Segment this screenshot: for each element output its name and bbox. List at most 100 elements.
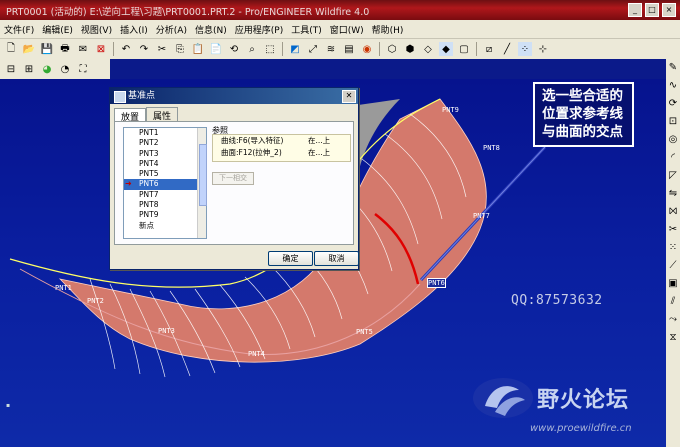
- list-item[interactable]: PNT5: [124, 169, 206, 179]
- point-label-pnt3[interactable]: PNT3: [158, 327, 175, 335]
- merge-icon[interactable]: ⨝: [669, 203, 677, 221]
- datum-point-icon[interactable]: ⁘: [518, 42, 532, 56]
- shell-icon[interactable]: ▣: [668, 275, 677, 293]
- list-item-new-point[interactable]: 新点: [124, 221, 206, 231]
- paste-icon[interactable]: 📋: [191, 42, 205, 56]
- regenerate-icon[interactable]: ⟲: [227, 42, 241, 56]
- hole-icon[interactable]: ◎: [669, 131, 678, 149]
- next-intersection-button[interactable]: 下一相交: [212, 172, 254, 185]
- close-button[interactable]: ×: [662, 3, 676, 17]
- redo-icon[interactable]: ↷: [137, 42, 151, 56]
- datum-plane-icon[interactable]: ⧄: [482, 42, 496, 56]
- list-item[interactable]: PNT7: [124, 190, 206, 200]
- sketch-icon[interactable]: ✎: [669, 59, 677, 77]
- round-icon[interactable]: ◜: [671, 149, 675, 167]
- point-label-pnt9[interactable]: PNT9: [442, 106, 459, 114]
- layers-icon[interactable]: ≋: [324, 42, 338, 56]
- reference-type[interactable]: 在...上: [308, 147, 330, 159]
- reference-type[interactable]: 在...上: [308, 135, 330, 147]
- select-box-icon[interactable]: ⬚: [263, 42, 277, 56]
- menu-analysis[interactable]: 分析(A): [152, 23, 191, 36]
- hidden-line-icon[interactable]: ⬢: [403, 42, 417, 56]
- extrude-icon[interactable]: ⊡: [669, 113, 677, 131]
- menu-applications[interactable]: 应用程序(P): [231, 23, 287, 36]
- curve-icon[interactable]: ∿: [669, 77, 677, 95]
- point-label-pnt8[interactable]: PNT8: [483, 144, 500, 152]
- wireframe-icon[interactable]: ⬡: [385, 42, 399, 56]
- menu-file[interactable]: 文件(F): [0, 23, 38, 36]
- point-label-pnt6[interactable]: PNT6: [427, 278, 446, 288]
- new-icon[interactable]: 🗋: [4, 42, 18, 56]
- ok-button[interactable]: 确定: [268, 251, 313, 266]
- view-manager-icon[interactable]: ◩: [288, 42, 302, 56]
- forum-url[interactable]: www.proewildfire.cn: [530, 423, 632, 434]
- maximize-button[interactable]: □: [645, 3, 659, 17]
- list-scrollbar[interactable]: [197, 128, 207, 238]
- datum-point-dialog[interactable]: 基准点 ✕ 放置 属性 PNT1 PNT2 PNT3 PNT4 PNT5 ➜ PN…: [109, 87, 359, 270]
- copy-icon[interactable]: ⎘: [173, 42, 187, 56]
- blend-icon[interactable]: ⧖: [669, 329, 676, 347]
- undo-icon[interactable]: ↶: [119, 42, 133, 56]
- mirror-icon[interactable]: ⇋: [669, 185, 677, 203]
- dialog-titlebar[interactable]: 基准点 ✕: [110, 88, 358, 104]
- point-label-pnt7[interactable]: PNT7: [473, 212, 490, 220]
- callout-line-3: 与曲面的交点: [542, 124, 623, 140]
- close-window-icon[interactable]: ⊠: [94, 42, 108, 56]
- appearance-icon[interactable]: ◉: [360, 42, 374, 56]
- color-icon[interactable]: ◕: [40, 62, 54, 76]
- shading-icon[interactable]: ◆: [439, 42, 453, 56]
- minimize-button[interactable]: _: [628, 3, 642, 17]
- draft-icon[interactable]: ⟋: [670, 257, 677, 275]
- point-label-pnt5[interactable]: PNT5: [356, 328, 373, 336]
- csys-icon[interactable]: ⊹: [536, 42, 550, 56]
- forum-logo-text: 野火论坛: [537, 388, 630, 413]
- zoom-icon[interactable]: ⊞: [22, 62, 36, 76]
- render-icon[interactable]: ◔: [58, 62, 72, 76]
- point-list[interactable]: PNT1 PNT2 PNT3 PNT4 PNT5 ➜ PNT6 PNT7 PNT8…: [123, 127, 207, 239]
- list-item[interactable]: PNT3: [124, 149, 206, 159]
- revolve-icon[interactable]: ⟳: [669, 95, 677, 113]
- cut-icon[interactable]: ✂: [155, 42, 169, 56]
- point-label-pnt1[interactable]: PNT1: [55, 284, 72, 292]
- model-tree-icon[interactable]: ⛶: [76, 62, 90, 76]
- chamfer-icon[interactable]: ◸: [669, 167, 677, 185]
- enhanced-realism-icon[interactable]: ▢: [457, 42, 471, 56]
- email-icon[interactable]: ✉: [76, 42, 90, 56]
- scroll-thumb[interactable]: [199, 144, 207, 206]
- open-icon[interactable]: 📂: [22, 42, 36, 56]
- sweep-icon[interactable]: ⤳: [669, 311, 677, 329]
- list-item[interactable]: PNT9: [124, 210, 206, 220]
- menu-window[interactable]: 窗口(W): [326, 23, 368, 36]
- print-icon[interactable]: 🖶: [58, 42, 72, 56]
- menu-info[interactable]: 信息(N): [191, 23, 231, 36]
- saved-views-icon[interactable]: ▤: [342, 42, 356, 56]
- menu-insert[interactable]: 插入(I): [116, 23, 152, 36]
- list-item[interactable]: PNT4: [124, 159, 206, 169]
- paste-special-icon[interactable]: 📄: [209, 42, 223, 56]
- orient-icon[interactable]: ⤢: [306, 42, 320, 56]
- annotation-callout: 选一些合适的 位置求参考线 与曲面的交点: [533, 82, 634, 147]
- menu-help[interactable]: 帮助(H): [368, 23, 408, 36]
- list-item[interactable]: PNT1: [124, 128, 206, 138]
- rib-icon[interactable]: ⫽: [671, 293, 675, 311]
- trim-icon[interactable]: ✂: [669, 221, 677, 239]
- datum-axis-icon[interactable]: ╱: [500, 42, 514, 56]
- spin-center-icon[interactable]: ⊟: [4, 62, 18, 76]
- list-item-selected[interactable]: ➜ PNT6: [124, 179, 206, 190]
- pattern-icon[interactable]: ⁙: [669, 239, 677, 257]
- menu-view[interactable]: 视图(V): [77, 23, 116, 36]
- save-icon[interactable]: 💾: [40, 42, 54, 56]
- point-label-pnt4[interactable]: PNT4: [248, 350, 265, 358]
- dialog-close-icon[interactable]: ✕: [342, 90, 356, 103]
- menu-tools[interactable]: 工具(T): [287, 23, 326, 36]
- find-icon[interactable]: ⌕: [245, 42, 259, 56]
- menu-edit[interactable]: 编辑(E): [38, 23, 77, 36]
- reference-row[interactable]: 曲面:F12(拉伸_2) 在...上: [213, 147, 350, 159]
- point-label-pnt2[interactable]: PNT2: [87, 297, 104, 305]
- no-hidden-icon[interactable]: ◇: [421, 42, 435, 56]
- list-item[interactable]: PNT8: [124, 200, 206, 210]
- references-box[interactable]: 曲线:F6(导入特征) 在...上 曲面:F12(拉伸_2) 在...上: [212, 134, 351, 162]
- cancel-button[interactable]: 取消: [314, 251, 359, 266]
- list-item[interactable]: PNT2: [124, 138, 206, 148]
- reference-row[interactable]: 曲线:F6(导入特征) 在...上: [213, 135, 350, 147]
